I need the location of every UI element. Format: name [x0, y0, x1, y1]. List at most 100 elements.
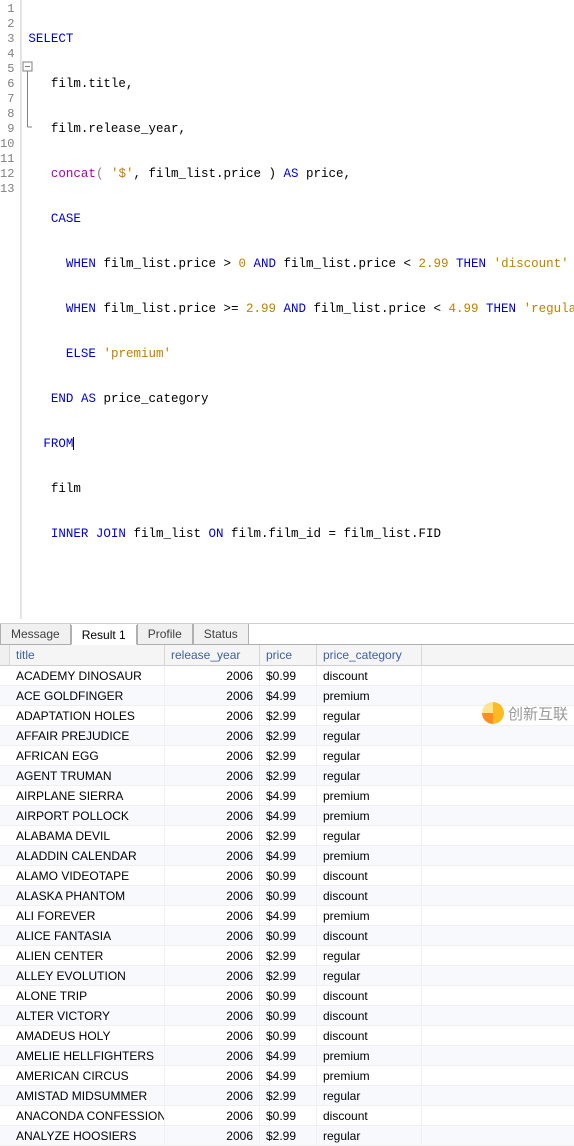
- cell-title[interactable]: ALI FOREVER: [10, 907, 165, 925]
- cell-price[interactable]: $4.99: [260, 907, 317, 925]
- table-row[interactable]: ALLEY EVOLUTION2006$2.99regular: [0, 966, 574, 986]
- cell-category[interactable]: premium: [317, 807, 422, 825]
- cell-category[interactable]: discount: [317, 1007, 422, 1025]
- cell-price[interactable]: $0.99: [260, 867, 317, 885]
- cell-category[interactable]: regular: [317, 767, 422, 785]
- table-row[interactable]: ALABAMA DEVIL2006$2.99regular: [0, 826, 574, 846]
- cell-year[interactable]: 2006: [165, 907, 260, 925]
- table-row[interactable]: AMADEUS HOLY2006$0.99discount: [0, 1026, 574, 1046]
- cell-year[interactable]: 2006: [165, 787, 260, 805]
- cell-category[interactable]: premium: [317, 1067, 422, 1085]
- cell-price[interactable]: $4.99: [260, 807, 317, 825]
- cell-category[interactable]: discount: [317, 667, 422, 685]
- cell-price[interactable]: $0.99: [260, 987, 317, 1005]
- cell-title[interactable]: AMISTAD MIDSUMMER: [10, 1087, 165, 1105]
- cell-year[interactable]: 2006: [165, 767, 260, 785]
- cell-year[interactable]: 2006: [165, 987, 260, 1005]
- cell-category[interactable]: premium: [317, 847, 422, 865]
- table-row[interactable]: ALIEN CENTER2006$2.99regular: [0, 946, 574, 966]
- cell-year[interactable]: 2006: [165, 867, 260, 885]
- cell-title[interactable]: AFFAIR PREJUDICE: [10, 727, 165, 745]
- column-header-title[interactable]: title: [10, 645, 165, 665]
- cell-year[interactable]: 2006: [165, 847, 260, 865]
- cell-year[interactable]: 2006: [165, 1107, 260, 1125]
- table-row[interactable]: AIRPORT POLLOCK2006$4.99premium: [0, 806, 574, 826]
- cell-title[interactable]: ANACONDA CONFESSIONS: [10, 1107, 165, 1125]
- cell-category[interactable]: premium: [317, 1047, 422, 1065]
- cell-title[interactable]: ALONE TRIP: [10, 987, 165, 1005]
- cell-title[interactable]: AFRICAN EGG: [10, 747, 165, 765]
- tab-result-1[interactable]: Result 1: [71, 625, 137, 645]
- cell-price[interactable]: $0.99: [260, 1007, 317, 1025]
- cell-price[interactable]: $2.99: [260, 707, 317, 725]
- cell-title[interactable]: AGENT TRUMAN: [10, 767, 165, 785]
- cell-category[interactable]: regular: [317, 1087, 422, 1105]
- column-header-price[interactable]: price: [260, 645, 317, 665]
- cell-year[interactable]: 2006: [165, 947, 260, 965]
- cell-price[interactable]: $4.99: [260, 787, 317, 805]
- table-row[interactable]: ALICE FANTASIA2006$0.99discount: [0, 926, 574, 946]
- table-row[interactable]: ANACONDA CONFESSIONS2006$0.99discount: [0, 1106, 574, 1126]
- table-row[interactable]: AMISTAD MIDSUMMER2006$2.99regular: [0, 1086, 574, 1106]
- cell-year[interactable]: 2006: [165, 687, 260, 705]
- table-row[interactable]: AGENT TRUMAN2006$2.99regular: [0, 766, 574, 786]
- cell-category[interactable]: regular: [317, 827, 422, 845]
- cell-category[interactable]: regular: [317, 707, 422, 725]
- cell-title[interactable]: ALLEY EVOLUTION: [10, 967, 165, 985]
- cell-year[interactable]: 2006: [165, 667, 260, 685]
- cell-year[interactable]: 2006: [165, 887, 260, 905]
- cell-year[interactable]: 2006: [165, 747, 260, 765]
- table-row[interactable]: ALI FOREVER2006$4.99premium: [0, 906, 574, 926]
- cell-year[interactable]: 2006: [165, 707, 260, 725]
- cell-category[interactable]: regular: [317, 967, 422, 985]
- cell-year[interactable]: 2006: [165, 807, 260, 825]
- table-row[interactable]: ACADEMY DINOSAUR2006$0.99discount: [0, 666, 574, 686]
- cell-price[interactable]: $0.99: [260, 927, 317, 945]
- cell-title[interactable]: ALADDIN CALENDAR: [10, 847, 165, 865]
- cell-category[interactable]: regular: [317, 727, 422, 745]
- cell-category[interactable]: discount: [317, 867, 422, 885]
- cell-category[interactable]: premium: [317, 687, 422, 705]
- cell-price[interactable]: $4.99: [260, 1047, 317, 1065]
- table-row[interactable]: ALONE TRIP2006$0.99discount: [0, 986, 574, 1006]
- cell-title[interactable]: ALICE FANTASIA: [10, 927, 165, 945]
- cell-title[interactable]: ADAPTATION HOLES: [10, 707, 165, 725]
- table-row[interactable]: ANALYZE HOOSIERS2006$2.99regular: [0, 1126, 574, 1146]
- code-area[interactable]: SELECT film.title, film.release_year, co…: [22, 0, 574, 619]
- cell-title[interactable]: ALABAMA DEVIL: [10, 827, 165, 845]
- cell-price[interactable]: $0.99: [260, 1027, 317, 1045]
- cell-category[interactable]: discount: [317, 987, 422, 1005]
- table-row[interactable]: AMELIE HELLFIGHTERS2006$4.99premium: [0, 1046, 574, 1066]
- cell-category[interactable]: premium: [317, 907, 422, 925]
- cell-price[interactable]: $2.99: [260, 827, 317, 845]
- cell-category[interactable]: regular: [317, 947, 422, 965]
- column-header-price-category[interactable]: price_category: [317, 645, 422, 665]
- cell-price[interactable]: $0.99: [260, 887, 317, 905]
- cell-price[interactable]: $4.99: [260, 687, 317, 705]
- cell-year[interactable]: 2006: [165, 967, 260, 985]
- sql-editor[interactable]: 12345678910111213 SELECT film.title, fil…: [0, 0, 574, 619]
- cell-category[interactable]: regular: [317, 747, 422, 765]
- table-row[interactable]: ALASKA PHANTOM2006$0.99discount: [0, 886, 574, 906]
- cell-price[interactable]: $2.99: [260, 767, 317, 785]
- cell-price[interactable]: $2.99: [260, 727, 317, 745]
- table-row[interactable]: ALADDIN CALENDAR2006$4.99premium: [0, 846, 574, 866]
- table-row[interactable]: AFFAIR PREJUDICE2006$2.99regular: [0, 726, 574, 746]
- table-row[interactable]: ALAMO VIDEOTAPE2006$0.99discount: [0, 866, 574, 886]
- table-row[interactable]: AIRPLANE SIERRA2006$4.99premium: [0, 786, 574, 806]
- cell-category[interactable]: discount: [317, 1107, 422, 1125]
- column-header-release-year[interactable]: release_year: [165, 645, 260, 665]
- table-row[interactable]: AMERICAN CIRCUS2006$4.99premium: [0, 1066, 574, 1086]
- cell-title[interactable]: ALTER VICTORY: [10, 1007, 165, 1025]
- tab-profile[interactable]: Profile: [137, 624, 193, 644]
- cell-title[interactable]: AMELIE HELLFIGHTERS: [10, 1047, 165, 1065]
- cell-year[interactable]: 2006: [165, 1047, 260, 1065]
- cell-price[interactable]: $2.99: [260, 1127, 317, 1145]
- cell-category[interactable]: discount: [317, 887, 422, 905]
- cell-price[interactable]: $0.99: [260, 1107, 317, 1125]
- cell-year[interactable]: 2006: [165, 1087, 260, 1105]
- cell-year[interactable]: 2006: [165, 827, 260, 845]
- cell-category[interactable]: discount: [317, 927, 422, 945]
- cell-category[interactable]: regular: [317, 1127, 422, 1145]
- cell-title[interactable]: ACE GOLDFINGER: [10, 687, 165, 705]
